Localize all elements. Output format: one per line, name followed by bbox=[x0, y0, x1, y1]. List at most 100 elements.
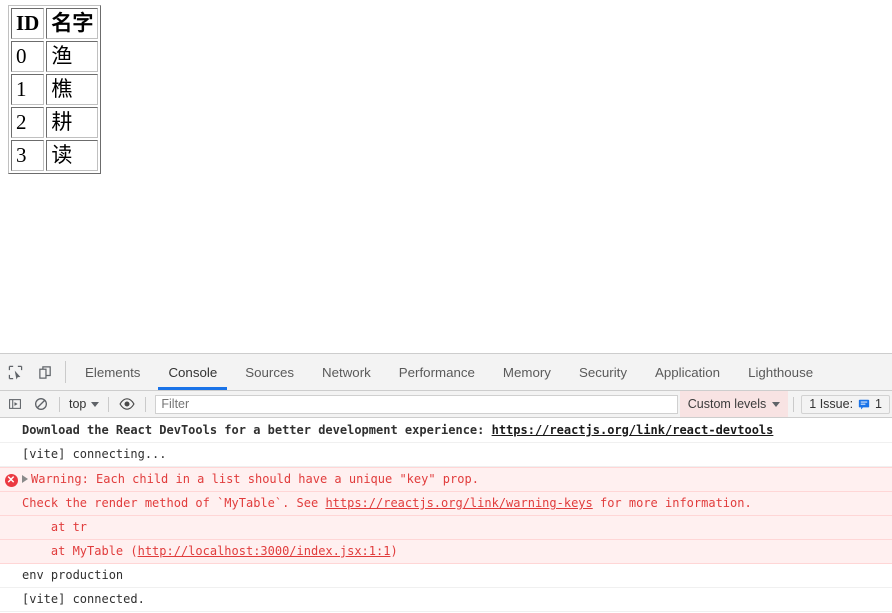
console-message-vite-connecting[interactable]: [vite] connecting... bbox=[0, 443, 892, 467]
tab-label: Lighthouse bbox=[748, 364, 814, 380]
message-gutter: ✕ bbox=[0, 470, 22, 487]
tab-lighthouse[interactable]: Lighthouse bbox=[734, 354, 827, 390]
message-gutter bbox=[0, 421, 22, 423]
devtools-tabstrip: Elements Console Sources Network Perform… bbox=[0, 354, 892, 391]
tab-performance[interactable]: Performance bbox=[385, 354, 489, 390]
cell-id: 2 bbox=[11, 107, 45, 138]
devtools-panel: Elements Console Sources Network Perform… bbox=[0, 353, 892, 613]
message-gutter bbox=[0, 566, 22, 568]
console-message-key-warning-detail[interactable]: Check the render method of `MyTable`. Se… bbox=[0, 492, 892, 516]
column-header-name: 名字 bbox=[46, 8, 99, 39]
message-body: at MyTable (http://localhost:3000/index.… bbox=[22, 542, 892, 560]
tab-label: Console bbox=[168, 364, 218, 380]
message-link[interactable]: http://localhost:3000/index.jsx:1:1 bbox=[138, 544, 391, 558]
execution-context-select[interactable]: top bbox=[65, 397, 103, 411]
toolbar-divider bbox=[59, 396, 60, 412]
message-gutter bbox=[0, 445, 22, 447]
console-message-vite-connected[interactable]: [vite] connected. bbox=[0, 588, 892, 612]
table-body: 0 渔 1 樵 2 耕 3 读 bbox=[11, 41, 99, 171]
console-stack-frame-tr[interactable]: at tr bbox=[0, 516, 892, 540]
tab-memory[interactable]: Memory bbox=[489, 354, 565, 390]
inspect-element-icon[interactable] bbox=[0, 354, 30, 390]
message-link[interactable]: https://reactjs.org/link/warning-keys bbox=[325, 496, 592, 510]
cell-name: 樵 bbox=[46, 74, 99, 105]
message-body: env production bbox=[22, 566, 892, 584]
message-body: at tr bbox=[22, 518, 892, 536]
message-gutter bbox=[0, 542, 22, 544]
table-row: 2 耕 bbox=[11, 107, 99, 138]
message-link[interactable]: https://reactjs.org/link/react-devtools bbox=[492, 423, 774, 437]
device-toolbar-icon[interactable] bbox=[30, 354, 60, 390]
issues-button[interactable]: 1 Issue: 1 bbox=[801, 394, 890, 414]
tab-security[interactable]: Security bbox=[565, 354, 641, 390]
tab-application[interactable]: Application bbox=[641, 354, 734, 390]
message-text: [vite] connecting... bbox=[22, 447, 167, 461]
tab-label: Network bbox=[322, 364, 371, 380]
chevron-down-icon bbox=[91, 401, 100, 407]
toolbar-divider bbox=[793, 396, 795, 412]
message-body: Download the React DevTools for a better… bbox=[22, 421, 892, 439]
cell-id: 3 bbox=[11, 140, 45, 171]
message-gutter bbox=[0, 590, 22, 592]
error-icon: ✕ bbox=[4, 474, 18, 487]
log-levels-label: Custom levels bbox=[687, 397, 767, 411]
message-tail: for more information. bbox=[592, 496, 752, 510]
console-stack-frame-mytable[interactable]: at MyTable (http://localhost:3000/index.… bbox=[0, 540, 892, 564]
console-message-react-devtools[interactable]: Download the React DevTools for a better… bbox=[0, 419, 892, 443]
console-message-list[interactable]: Download the React DevTools for a better… bbox=[0, 419, 892, 613]
data-table: ID 名字 0 渔 1 樵 2 耕 3 读 bbox=[8, 5, 102, 174]
message-text: Warning: Each child in a list should hav… bbox=[31, 472, 479, 486]
issues-label: 1 Issue: bbox=[809, 397, 854, 411]
tab-label: Application bbox=[655, 364, 721, 380]
message-body: Check the render method of `MyTable`. Se… bbox=[22, 494, 892, 512]
toolbar-divider bbox=[65, 361, 66, 383]
browser-viewport: ID 名字 0 渔 1 樵 2 耕 3 读 bbox=[0, 0, 892, 353]
issue-note-icon bbox=[858, 399, 870, 410]
message-text: Download the React DevTools for a better… bbox=[22, 423, 492, 437]
message-text: [vite] connected. bbox=[22, 592, 145, 606]
cell-name: 渔 bbox=[46, 41, 99, 72]
tab-label: Performance bbox=[398, 364, 475, 380]
toolbar-divider bbox=[145, 396, 147, 412]
message-body: [vite] connecting... bbox=[22, 445, 892, 463]
message-text: at MyTable ( bbox=[22, 544, 138, 558]
tab-network[interactable]: Network bbox=[308, 354, 385, 390]
message-body: Warning: Each child in a list should hav… bbox=[22, 470, 892, 488]
clear-console-icon[interactable] bbox=[28, 391, 54, 417]
cell-id: 0 bbox=[11, 41, 45, 72]
console-message-env-production[interactable]: env production bbox=[0, 564, 892, 588]
message-gutter bbox=[0, 518, 22, 520]
live-expression-icon[interactable] bbox=[114, 391, 140, 417]
console-message-key-warning[interactable]: ✕ Warning: Each child in a list should h… bbox=[0, 467, 892, 492]
tab-elements[interactable]: Elements bbox=[71, 354, 154, 390]
message-text: at tr bbox=[22, 520, 88, 534]
table-row: 3 读 bbox=[11, 140, 99, 171]
tab-label: Memory bbox=[502, 364, 551, 380]
tab-sources[interactable]: Sources bbox=[231, 354, 308, 390]
table-header-row: ID 名字 bbox=[11, 8, 99, 39]
console-toolbar: top Custom levels 1 Issue: 1 bbox=[0, 391, 892, 418]
tab-label: Security bbox=[578, 364, 627, 380]
toolbar-divider bbox=[108, 396, 110, 412]
tab-label: Sources bbox=[245, 364, 295, 380]
column-header-id: ID bbox=[11, 8, 45, 39]
cell-id: 1 bbox=[11, 74, 45, 105]
chevron-down-icon bbox=[772, 401, 781, 407]
cell-name: 读 bbox=[46, 140, 99, 171]
cell-name: 耕 bbox=[46, 107, 99, 138]
message-tail: ) bbox=[390, 544, 398, 558]
console-filter-input[interactable] bbox=[155, 394, 678, 414]
expand-triangle-icon[interactable] bbox=[22, 474, 28, 483]
message-body: [vite] connected. bbox=[22, 590, 892, 608]
table-row: 1 樵 bbox=[11, 74, 99, 105]
log-levels-select[interactable]: Custom levels bbox=[679, 391, 789, 417]
message-text: env production bbox=[22, 568, 124, 582]
table-head: ID 名字 bbox=[11, 8, 99, 39]
table-row: 0 渔 bbox=[11, 41, 99, 72]
message-text: Check the render method of `MyTable`. Se… bbox=[22, 496, 326, 510]
console-sidebar-icon[interactable] bbox=[2, 391, 28, 417]
message-gutter bbox=[0, 494, 22, 496]
issues-count: 1 bbox=[875, 397, 882, 411]
tab-console[interactable]: Console bbox=[154, 354, 231, 390]
execution-context-label: top bbox=[69, 397, 87, 411]
